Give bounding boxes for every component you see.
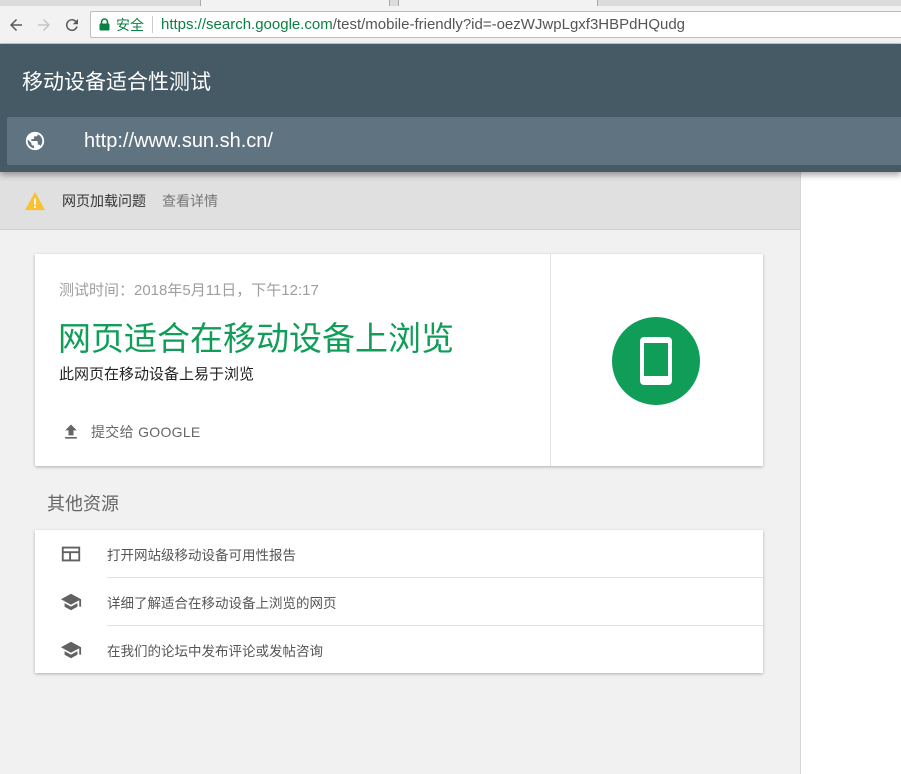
resource-link-label: 打开网站级移动设备可用性报告	[107, 548, 296, 563]
page-loading-warning: 网页加载问题 查看详情	[0, 172, 800, 230]
school-icon	[60, 593, 82, 611]
secure-indicator[interactable]: 安全	[91, 16, 153, 33]
warning-icon	[25, 191, 45, 210]
warning-text: 网页加载问题	[62, 192, 146, 209]
other-resources-title: 其他资源	[47, 494, 119, 514]
url-host: https://search.google.com	[161, 16, 333, 33]
card-divider	[550, 254, 551, 466]
back-button[interactable]	[5, 14, 27, 36]
result-card: 测试时间：2018年5月11日，下午12:17 网页适合在移动设备上浏览 此网页…	[35, 254, 763, 466]
result-description: 此网页在移动设备上易于浏览	[59, 366, 255, 383]
resource-link-label: 详细了解适合在移动设备上浏览的网页	[107, 596, 337, 611]
resources-list: 打开网站级移动设备可用性报告 详细了解适合在移动设备上浏览的网页 在我们的论坛中…	[35, 530, 763, 673]
tested-url-bar[interactable]: http://www.sun.sh.cn/	[7, 117, 901, 165]
address-bar[interactable]: 安全 https://search.google.com/test/mobile…	[90, 11, 901, 38]
page-title: 移动设备适合性测试	[22, 71, 211, 94]
submit-to-google-button[interactable]: 提交给 GOOGLE	[61, 422, 201, 442]
url-path: /test/mobile-friendly?id=-oezWJwpLgxf3HB…	[332, 16, 686, 33]
forward-button[interactable]	[33, 14, 55, 36]
secure-label: 安全	[116, 16, 144, 33]
submit-label: 提交给 GOOGLE	[91, 424, 201, 440]
right-panel	[800, 172, 901, 774]
mobile-friendly-icon	[612, 317, 700, 405]
school-icon	[60, 641, 82, 659]
resource-link-label: 在我们的论坛中发布评论或发帖咨询	[107, 644, 323, 659]
browser-toolbar: 安全 https://search.google.com/test/mobile…	[0, 6, 901, 44]
resource-link-usability-report[interactable]: 打开网站级移动设备可用性报告	[35, 530, 763, 578]
tested-url: http://www.sun.sh.cn/	[84, 129, 273, 152]
reload-icon	[65, 19, 78, 32]
url-text: https://search.google.com/test/mobile-fr…	[161, 16, 685, 33]
forward-arrow-icon	[38, 19, 50, 31]
test-time: 测试时间：2018年5月11日，下午12:17	[59, 282, 319, 299]
upload-icon	[65, 424, 77, 439]
back-arrow-icon	[10, 19, 22, 31]
dashboard-icon	[61, 546, 81, 562]
resource-link-forum[interactable]: 在我们的论坛中发布评论或发帖咨询	[35, 626, 763, 674]
resource-link-learn-more[interactable]: 详细了解适合在移动设备上浏览的网页	[35, 578, 763, 626]
view-details-link[interactable]: 查看详情	[162, 191, 218, 211]
smartphone-icon	[640, 337, 672, 385]
app-header: 移动设备适合性测试 http://www.sun.sh.cn/	[0, 44, 901, 172]
globe-icon	[25, 131, 45, 151]
result-verdict: 网页适合在移动设备上浏览	[58, 320, 454, 357]
lock-icon	[99, 18, 110, 31]
reload-button[interactable]	[61, 14, 83, 36]
